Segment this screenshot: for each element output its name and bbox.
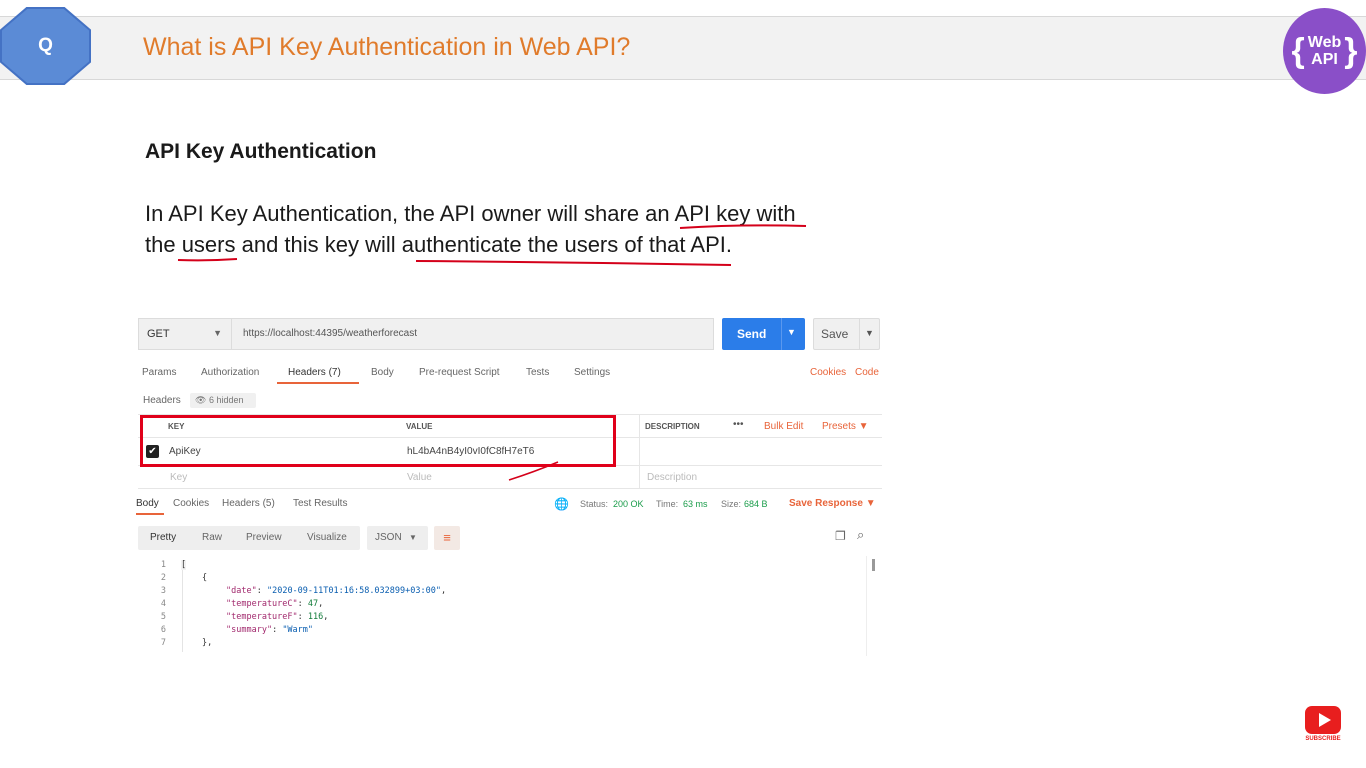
code-line-7: }, [202,638,213,648]
subscribe-label: SUBSCRIBE [1305,736,1341,742]
description-column-header: DESCRIPTION [645,422,700,431]
highlight-box [140,415,616,467]
line-number: 3 [160,586,166,596]
tab-body[interactable]: Body [371,367,394,378]
new-key-field[interactable]: Key [170,472,187,483]
size-value: 684 B [744,499,768,509]
response-tab-test-results[interactable]: Test Results [293,498,347,509]
new-value-field[interactable]: Value [407,472,432,483]
code-line-5: "temperatureF": 116, [226,612,329,622]
cookies-link[interactable]: Cookies [810,367,846,378]
youtube-play-icon [1305,706,1341,734]
copy-icon[interactable]: ❐ [835,529,846,543]
save-divider [859,319,860,349]
headers-label: Headers [143,395,181,406]
json-key-temperaturec: "temperatureC" [226,599,298,609]
line-number: 7 [160,638,166,648]
method-select[interactable]: GET ▼ [139,319,232,349]
code-line-1: [ [181,560,187,570]
line-number: 2 [160,573,166,583]
postman-screenshot: GET ▼ https://localhost:44395/weatherfor… [136,316,882,676]
tab-headers[interactable]: Headers (7) [288,367,341,378]
response-tab-cookies[interactable]: Cookies [173,498,209,509]
send-dropdown-icon[interactable]: ▼ [787,327,796,337]
chevron-down-icon: ▼ [213,328,222,338]
save-response-dropdown[interactable]: Save Response ▼ [789,498,876,509]
wrap-lines-icon[interactable]: ≡ [434,526,460,550]
tab-authorization[interactable]: Authorization [201,367,259,378]
format-value: JSON [375,532,402,543]
code-line-4: "temperatureC": 47, [226,599,324,609]
underline-authenticate [415,260,732,266]
request-url-bar: GET ▼ https://localhost:44395/weatherfor… [138,318,714,350]
tab-settings[interactable]: Settings [574,367,610,378]
hidden-count: 6 hidden [208,395,244,405]
send-button[interactable]: Send ▼ [722,318,805,350]
underline-users [177,258,238,262]
bulk-edit-link[interactable]: Bulk Edit [764,421,803,432]
response-tab-body[interactable]: Body [136,498,159,509]
gutter-divider [182,560,183,652]
send-divider [781,318,782,350]
json-value-summary: "Warm" [282,625,314,635]
code-line-6: "summary": "Warm" [226,625,314,635]
save-button[interactable]: Save ▼ [813,318,880,350]
eye-icon: 👁 [195,395,207,405]
json-key-summary: "summary" [226,625,273,635]
scrollbar-thumb[interactable] [872,559,875,571]
tab-params[interactable]: Params [142,367,176,378]
code-link[interactable]: Code [855,367,879,378]
url-input[interactable]: https://localhost:44395/weatherforecast [243,328,417,339]
json-value-temperaturec: 47 [307,599,319,609]
json-key-date: "date" [226,586,257,596]
table-bottom-border [138,488,882,489]
method-value: GET [147,328,170,340]
save-dropdown-icon[interactable]: ▼ [865,328,874,338]
response-tab-headers[interactable]: Headers (5) [222,498,275,509]
json-value-temperaturef: 116 [307,612,324,622]
status-value: 200 OK [613,499,644,509]
time-value: 63 ms [683,499,708,509]
status-label: Status: [580,499,609,509]
response-active-tab-indicator [136,513,164,515]
send-label: Send [737,327,767,341]
subscribe-button[interactable]: SUBSCRIBE [1303,706,1343,746]
save-label: Save [821,327,849,341]
more-options-icon[interactable]: ••• [733,419,744,430]
underline-an-api-key [679,224,807,229]
new-description-field[interactable]: Description [647,472,697,483]
tab-tests[interactable]: Tests [526,367,549,378]
line-number: 1 [160,560,166,570]
globe-icon: 🌐 [554,497,569,511]
view-pretty-button[interactable]: Pretty [150,532,176,543]
code-line-2: { [202,573,208,583]
code-line-3: "date": "2020-09-11T01:16:58.032899+03:0… [226,586,447,596]
view-visualize-button[interactable]: Visualize [307,532,347,543]
presets-dropdown[interactable]: Presets ▼ [822,421,869,432]
search-icon[interactable]: ⌕ [857,527,864,543]
line-number: 4 [160,599,166,609]
save-response-label: Save Response [789,498,863,509]
time-label: Time: [656,499,679,509]
json-key-temperaturef: "temperatureF" [226,612,298,622]
active-tab-indicator [277,382,359,384]
view-preview-button[interactable]: Preview [246,532,282,543]
hidden-headers-toggle[interactable]: 👁 6 hidden [190,393,256,408]
view-raw-button[interactable]: Raw [202,532,222,543]
format-select[interactable]: JSON ▼ [367,526,428,550]
size-label: Size: [721,499,742,509]
line-number: 6 [160,625,166,635]
presets-label: Presets [822,421,856,432]
line-number: 5 [160,612,166,622]
view-mode-group: Pretty Raw Preview Visualize [138,526,360,550]
tab-pre-request-script[interactable]: Pre-request Script [419,367,500,378]
json-value-date: "2020-09-11T01:16:58.032899+03:00" [266,586,441,596]
description-column-divider [639,414,640,488]
scrollbar-track [866,556,867,656]
chevron-down-icon: ▼ [409,533,417,542]
